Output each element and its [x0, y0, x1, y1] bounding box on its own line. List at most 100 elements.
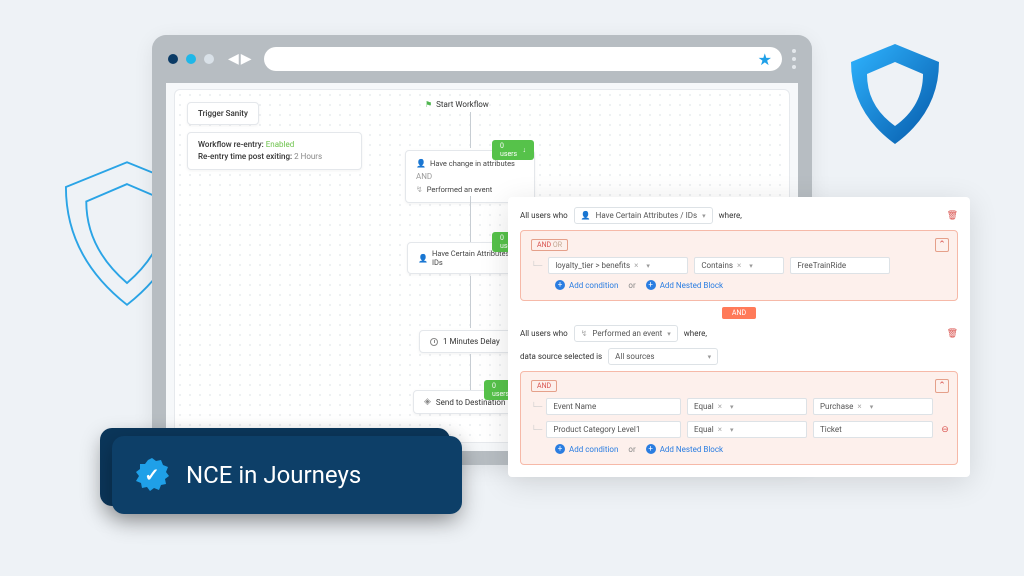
- chevron-down-icon: ▾: [667, 330, 671, 338]
- or-label: or: [628, 281, 635, 290]
- person-icon: 👤: [581, 211, 591, 220]
- logic-chip-andor[interactable]: AND OR: [531, 239, 568, 251]
- value-field[interactable]: Ticket: [813, 421, 933, 438]
- node-delay[interactable]: 1 Minutes Delay: [419, 330, 519, 353]
- clock-icon: [430, 338, 438, 346]
- person-icon: 👤: [416, 159, 426, 168]
- logic-chip-and[interactable]: AND: [531, 380, 557, 392]
- node1-logic: AND: [416, 172, 524, 181]
- dropdown-value: Have Certain Attributes / IDs: [596, 211, 697, 220]
- delay-label: 1 Minutes Delay: [443, 337, 500, 346]
- chevron-down-icon: ▾: [730, 426, 734, 434]
- attribute-field[interactable]: loyalty_tier > benefits×▾: [548, 257, 688, 274]
- delete-rule-icon[interactable]: 🗑: [947, 211, 958, 221]
- node1-line1: Have change in attributes: [430, 159, 515, 168]
- check-icon: ✓: [144, 465, 159, 486]
- cursor-icon: ↯: [581, 329, 588, 338]
- node1-line2: Performed an event: [427, 185, 493, 194]
- chevron-down-icon: ▾: [702, 212, 706, 220]
- delete-rule-icon[interactable]: 🗑: [947, 329, 958, 339]
- divider-and-chip[interactable]: AND: [722, 307, 756, 319]
- chevron-down-icon: ▾: [749, 262, 753, 270]
- operator-field[interactable]: Contains×▾: [694, 257, 784, 274]
- clear-icon[interactable]: ×: [634, 261, 638, 270]
- add-nested-link[interactable]: +Add Nested Block: [646, 444, 723, 454]
- condition-block-1: AND OR ⌃ └─ loyalty_tier > benefits×▾ Co…: [520, 230, 958, 301]
- dropdown-value: Performed an event: [592, 329, 662, 338]
- trigger-card[interactable]: Trigger Sanity: [187, 102, 259, 125]
- verified-badge-icon: ✓: [134, 457, 170, 493]
- connector-line: [470, 276, 471, 328]
- remove-row-icon[interactable]: ⊖: [939, 425, 951, 435]
- source-dropdown[interactable]: All sources ▾: [608, 348, 718, 365]
- where-label: where,: [684, 329, 707, 338]
- block-divider: AND: [520, 307, 958, 319]
- users-row-2: All users who ↯ Performed an event ▾ whe…: [520, 325, 958, 342]
- clear-icon[interactable]: ×: [718, 425, 722, 434]
- where-label: where,: [719, 211, 742, 220]
- plus-icon: +: [555, 444, 565, 454]
- title-card: ✓ NCE in Journeys: [112, 436, 462, 514]
- traffic-dot-3: [204, 54, 214, 64]
- plus-icon: +: [646, 444, 656, 454]
- forward-icon[interactable]: ▶: [241, 51, 252, 67]
- chevron-down-icon: ▾: [730, 403, 734, 411]
- operator-field[interactable]: Equal×▾: [687, 398, 807, 415]
- cursor-icon: ↯: [416, 185, 423, 194]
- reentry-value: Enabled: [266, 140, 295, 149]
- source-label: data source selected is: [520, 352, 602, 361]
- person-icon: 👤: [418, 254, 428, 263]
- connector-line: [470, 112, 471, 148]
- all-users-label: All users who: [520, 329, 568, 338]
- add-condition-link[interactable]: +Add condition: [555, 280, 618, 290]
- data-source-row: data source selected is All sources ▾: [520, 348, 958, 365]
- reentry-card: Workflow re-entry: Enabled Re-entry time…: [187, 132, 362, 170]
- users-row-1: All users who 👤 Have Certain Attributes …: [520, 207, 958, 224]
- nav-arrows[interactable]: ◀ ▶: [228, 51, 252, 67]
- reentry-time-label: Re-entry time post exiting:: [198, 152, 292, 161]
- add-nested-link[interactable]: +Add Nested Block: [646, 280, 723, 290]
- rules-panel: All users who 👤 Have Certain Attributes …: [508, 197, 970, 477]
- clear-icon[interactable]: ×: [857, 402, 861, 411]
- start-workflow: ⚑ Start Workflow: [425, 100, 489, 109]
- chevron-down-icon: ▾: [870, 403, 874, 411]
- clear-icon[interactable]: ×: [737, 261, 741, 270]
- flag-icon: ⚑: [425, 100, 432, 109]
- tree-branch-icon: └─: [531, 402, 542, 411]
- connector-line: [470, 354, 471, 390]
- star-icon[interactable]: ★: [758, 50, 772, 69]
- collapse-icon[interactable]: ⌃: [935, 379, 949, 393]
- traffic-dot-2: [186, 54, 196, 64]
- add-condition-link[interactable]: +Add condition: [555, 444, 618, 454]
- traffic-lights: [168, 54, 214, 64]
- all-users-label: All users who: [520, 211, 568, 220]
- shield-gradient-icon: [840, 40, 950, 150]
- reentry-label: Workflow re-entry:: [198, 140, 264, 149]
- product-cat-field[interactable]: Product Category Level1: [546, 421, 681, 438]
- more-icon[interactable]: [792, 49, 796, 69]
- chevron-down-icon: ▾: [708, 353, 712, 361]
- tree-branch-icon: └─: [531, 261, 542, 270]
- value-field[interactable]: Purchase×▾: [813, 398, 933, 415]
- or-label: or: [628, 445, 635, 454]
- condition-block-2: AND ⌃ └─Event Name Equal×▾ Purchase×▾ └─…: [520, 371, 958, 465]
- event-name-field[interactable]: Event Name: [546, 398, 681, 415]
- plus-icon: +: [646, 280, 656, 290]
- plus-icon: +: [555, 280, 565, 290]
- traffic-dot-1: [168, 54, 178, 64]
- url-bar[interactable]: ★: [264, 47, 782, 71]
- collapse-icon[interactable]: ⌃: [935, 238, 949, 252]
- operator-field[interactable]: Equal×▾: [687, 421, 807, 438]
- connector-line: [470, 196, 471, 242]
- send-icon: ◈: [424, 397, 431, 407]
- node-destination[interactable]: 0 users ↓ ◈ Send to Destination: [413, 390, 523, 414]
- condition-type-dropdown-2[interactable]: ↯ Performed an event ▾: [574, 325, 678, 342]
- value-field[interactable]: FreeTrainRide: [790, 257, 890, 274]
- start-workflow-label: Start Workflow: [436, 100, 489, 109]
- chevron-down-icon: ▾: [646, 262, 650, 270]
- clear-icon[interactable]: ×: [718, 402, 722, 411]
- back-icon[interactable]: ◀: [228, 51, 239, 67]
- condition-type-dropdown[interactable]: 👤 Have Certain Attributes / IDs ▾: [574, 207, 713, 224]
- dropdown-value: All sources: [615, 352, 654, 361]
- title-text: NCE in Journeys: [186, 461, 361, 489]
